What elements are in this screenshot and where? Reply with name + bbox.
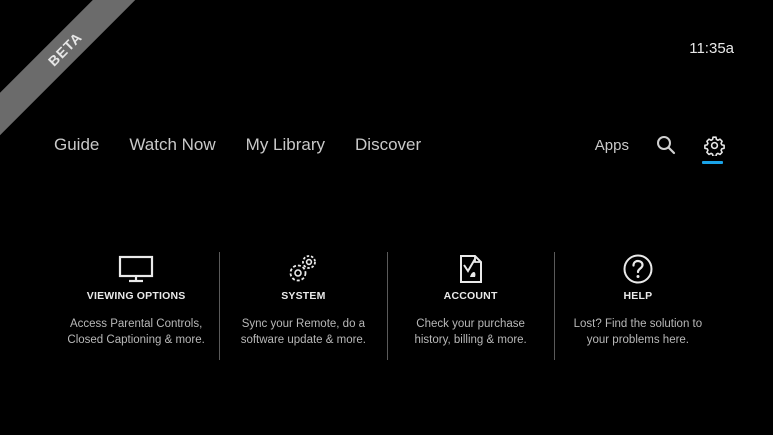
gears-icon — [289, 255, 317, 282]
nav-guide[interactable]: Guide — [54, 135, 99, 155]
nav-apps[interactable]: Apps — [595, 137, 629, 154]
beta-badge: BETA — [0, 0, 164, 148]
question-icon — [623, 254, 653, 284]
panel-title: VIEWING OPTIONS — [86, 290, 186, 302]
panel-description: Access Parental Controls, Closed Caption… — [67, 318, 205, 346]
gear-icon — [703, 135, 725, 156]
right-nav: Apps — [595, 134, 725, 164]
panel-title: SYSTEM — [281, 290, 326, 302]
active-tab-indicator — [702, 161, 723, 164]
help-panel[interactable]: HELP Lost? Find the solution to your pro… — [555, 252, 721, 360]
nav-discover[interactable]: Discover — [355, 135, 421, 155]
monitor-icon — [119, 255, 154, 283]
account-panel[interactable]: ACCOUNT Check your purchase history, bil… — [388, 252, 554, 360]
panel-description: Sync your Remote, do a software update &… — [240, 318, 367, 346]
search-button[interactable] — [655, 134, 677, 156]
nav-watch-now[interactable]: Watch Now — [129, 135, 215, 155]
main-nav: Guide Watch Now My Library Discover — [54, 135, 421, 155]
system-panel[interactable]: SYSTEM Sync your Remote, do a software u… — [220, 252, 386, 360]
panel-description: Check your purchase history, billing & m… — [414, 318, 527, 346]
search-icon — [657, 136, 676, 155]
clock: 11:35a — [689, 40, 734, 57]
viewing-options-panel[interactable]: VIEWING OPTIONS Access Parental Controls… — [53, 252, 219, 360]
panel-title: HELP — [623, 290, 653, 302]
document-icon — [459, 255, 482, 283]
settings-button[interactable] — [702, 134, 725, 164]
panel-description: Lost? Find the solution to your problems… — [573, 318, 703, 346]
nav-my-library[interactable]: My Library — [246, 135, 325, 155]
panel-title: ACCOUNT — [443, 290, 498, 302]
settings-panels: VIEWING OPTIONS Access Parental Controls… — [53, 252, 721, 360]
